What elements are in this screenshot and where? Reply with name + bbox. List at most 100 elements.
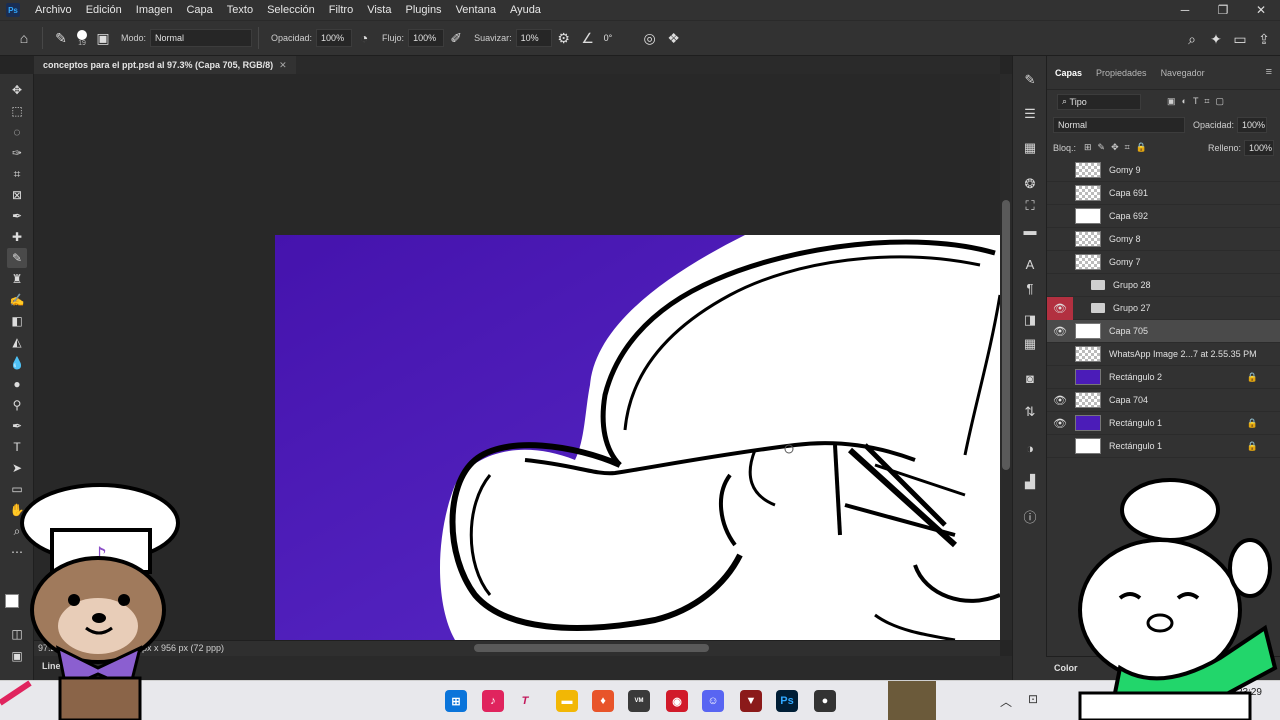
voicemeeter-icon[interactable]: VM xyxy=(628,690,650,712)
layer-row[interactable]: Rectángulo 1 🔒 xyxy=(1047,435,1280,458)
brush-preset-icon[interactable]: ✎ xyxy=(49,26,73,50)
brave-browser-icon[interactable]: ♦ xyxy=(592,690,614,712)
layer-row[interactable]: 👁 Rectángulo 1 🔒 xyxy=(1047,412,1280,435)
brush-settings-panel-icon[interactable]: ✎ xyxy=(1020,70,1040,90)
search-icon[interactable]: ⌕ xyxy=(1180,27,1204,51)
menu-ventana[interactable]: Ventana xyxy=(449,0,503,20)
paths-panel-icon[interactable]: ⛶ xyxy=(1020,196,1040,216)
foreground-color-swatch[interactable] xyxy=(5,594,19,608)
layer-row[interactable]: Gomy 7 xyxy=(1047,251,1280,274)
info-panel-icon[interactable]: ⓘ xyxy=(1020,506,1040,526)
lock-options-icons[interactable]: ⊞✎✥⌗🔒 xyxy=(1084,142,1153,153)
discord-icon[interactable]: ☺ xyxy=(702,690,724,712)
symmetry-icon[interactable]: ❖ xyxy=(662,26,686,50)
brush-settings-icon[interactable]: ▣ xyxy=(91,26,115,50)
menu-capa[interactable]: Capa xyxy=(179,0,219,20)
close-tab-icon[interactable]: ✕ xyxy=(279,60,287,71)
share-icon[interactable]: ⇪ xyxy=(1252,27,1276,51)
obs-icon[interactable]: ● xyxy=(814,690,836,712)
menu-texto[interactable]: Texto xyxy=(220,0,260,20)
screen-mode-icon[interactable]: ▣ xyxy=(7,646,27,666)
stamp-tool-icon[interactable]: ♜ xyxy=(7,269,27,289)
layer-row[interactable]: Capa 691 xyxy=(1047,182,1280,205)
path-select-icon[interactable]: ➤ xyxy=(7,458,27,478)
zoom-level[interactable]: 97.2 xyxy=(38,643,56,653)
layer-row[interactable]: 👁 Grupo 27 xyxy=(1047,296,1280,320)
contrast-panel-icon[interactable]: ◑ xyxy=(1020,438,1040,458)
move-tool-icon[interactable]: ✥ xyxy=(7,80,27,100)
flow-field[interactable]: 100% xyxy=(408,29,445,47)
mode-select[interactable]: Normal xyxy=(150,29,253,47)
folder-icon[interactable] xyxy=(1091,303,1105,313)
layer-row[interactable]: Gomy 8 xyxy=(1047,228,1280,251)
paragraph-panel-icon[interactable]: ¶ xyxy=(1020,278,1040,298)
comments-panel-icon[interactable]: ▬ xyxy=(1020,220,1040,240)
artboard[interactable] xyxy=(275,235,1000,640)
layer-row[interactable]: 👁 Capa 704 xyxy=(1047,389,1280,412)
eraser-tool-icon[interactable]: ◧ xyxy=(7,311,27,331)
table-panel-icon[interactable]: ▦ xyxy=(1020,138,1040,158)
document-tab[interactable]: conceptos para el ppt.psd al 97.3% (Capa… xyxy=(34,56,296,74)
menu-seleccion[interactable]: Selección xyxy=(260,0,322,20)
visibility-eye-icon[interactable]: 👁 xyxy=(1047,412,1073,435)
start-menu-icon[interactable]: ⊞ xyxy=(445,690,467,712)
color-panel-title[interactable]: Color xyxy=(1054,663,1078,673)
visibility-eye-icon[interactable] xyxy=(1047,159,1073,182)
visibility-eye-icon[interactable]: 👁 xyxy=(1047,296,1073,320)
canvas-area[interactable] xyxy=(34,74,1000,640)
layer-opacity-field[interactable]: 100% xyxy=(1237,116,1268,133)
layer-row[interactable]: WhatsApp Image 2...7 at 2.55.35 PM xyxy=(1047,343,1280,366)
airbrush-icon[interactable]: ✐ xyxy=(444,26,468,50)
pressure-size-icon[interactable]: ◎ xyxy=(638,26,662,50)
smooth-field[interactable]: 10% xyxy=(515,29,552,47)
quick-mask-icon[interactable]: ◫ xyxy=(7,624,27,644)
menu-ayuda[interactable]: Ayuda xyxy=(503,0,548,20)
marquee-tool-icon[interactable]: ⬚ xyxy=(7,101,27,121)
visibility-eye-icon[interactable] xyxy=(1047,343,1073,366)
menu-vista[interactable]: Vista xyxy=(360,0,398,20)
more-tools-icon[interactable]: ⋯ xyxy=(7,542,27,562)
channels-panel-icon[interactable]: ⇅ xyxy=(1020,402,1040,422)
vertical-scrollbar[interactable] xyxy=(1000,74,1012,640)
quick-select-tool-icon[interactable]: ✑ xyxy=(7,143,27,163)
restore-icon[interactable]: ❐ xyxy=(1204,0,1242,20)
zoom-tool-icon[interactable]: ⌕ xyxy=(7,521,27,541)
history-brush-icon[interactable]: ✍ xyxy=(7,290,27,310)
pressure-opacity-icon[interactable]: ◔ xyxy=(352,26,376,50)
visibility-eye-icon[interactable]: 👁 xyxy=(1047,389,1073,412)
game-launcher-icon[interactable]: ▼ xyxy=(740,690,762,712)
layer-row[interactable]: Gomy 9 xyxy=(1047,159,1280,182)
menu-plugins[interactable]: Plugins xyxy=(398,0,448,20)
lasso-tool-icon[interactable]: ◌ xyxy=(7,122,27,142)
visibility-eye-icon[interactable] xyxy=(1047,251,1073,274)
gear-icon[interactable]: ⚙ xyxy=(552,26,576,50)
home-icon[interactable]: ⌂ xyxy=(12,26,36,50)
patterns-panel-icon[interactable]: ▦ xyxy=(1020,334,1040,354)
blur-tool-icon[interactable]: 💧 xyxy=(7,353,27,373)
tray-expand-icon[interactable]: ︿ xyxy=(1000,693,1012,710)
layer-row[interactable]: Capa 692 xyxy=(1047,205,1280,228)
menu-archivo[interactable]: Archivo xyxy=(28,0,79,20)
menu-edicion[interactable]: Edición xyxy=(79,0,129,20)
adjustments-panel-icon[interactable]: ☰ xyxy=(1020,104,1040,124)
brush-tool-icon[interactable]: ✎ xyxy=(7,248,27,268)
layer-row[interactable]: Rectángulo 2 🔒 xyxy=(1047,366,1280,389)
crop-tool-icon[interactable]: ⌗ xyxy=(7,164,27,184)
frame-tool-icon[interactable]: ⊠ xyxy=(7,185,27,205)
character-panel-icon[interactable]: A xyxy=(1020,254,1040,274)
folder-icon[interactable] xyxy=(1091,280,1105,290)
menu-filtro[interactable]: Filtro xyxy=(322,0,360,20)
visibility-eye-icon[interactable] xyxy=(1047,274,1073,297)
blend-mode-select[interactable]: Normal xyxy=(1053,116,1185,133)
file-explorer-icon[interactable]: ▬ xyxy=(556,690,578,712)
type-tool-icon[interactable]: T xyxy=(7,437,27,457)
layer-row[interactable]: Grupo 28 xyxy=(1047,274,1280,297)
filter-type-icons[interactable]: ▣◐T⌗▢ xyxy=(1167,96,1230,107)
typing-app-icon[interactable]: T xyxy=(514,690,536,712)
music-app-icon[interactable]: ◉ xyxy=(666,690,688,712)
styles-panel-icon[interactable]: ❂ xyxy=(1020,174,1040,194)
burn-tool-icon[interactable]: ⚲ xyxy=(7,395,27,415)
tab-navegador[interactable]: Navegador xyxy=(1161,68,1205,78)
angle-field[interactable]: 0° xyxy=(600,29,628,47)
opacity-field[interactable]: 100% xyxy=(316,29,353,47)
